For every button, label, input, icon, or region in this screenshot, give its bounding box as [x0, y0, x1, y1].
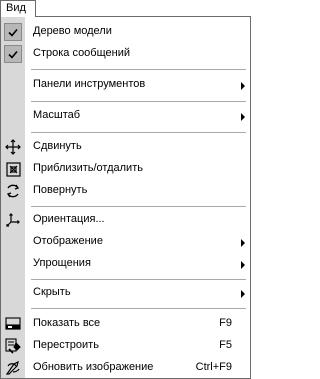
menu-item-pan[interactable]: Сдвинуть: [1, 136, 250, 158]
menu-item-simplifications[interactable]: Упрощения: [1, 253, 250, 275]
menu-item-toolbars[interactable]: Панели инструментов: [1, 74, 250, 96]
menu-item-label: Панели инструментов: [33, 78, 146, 90]
menu-item-display[interactable]: Отображение: [1, 231, 250, 253]
submenu-arrow-icon: [241, 261, 245, 269]
menu-item-label: Скрыть: [33, 286, 71, 298]
menu-tab-view[interactable]: Вид: [0, 0, 36, 17]
menu-item-zoom[interactable]: Приблизить/отдалить: [1, 158, 250, 180]
menu-item-hide[interactable]: Скрыть: [1, 282, 250, 304]
menu-item-label: Перестроить: [33, 339, 99, 351]
menu-separator: [31, 132, 246, 133]
submenu-arrow-icon: [241, 239, 245, 247]
menu-separator: [31, 101, 246, 102]
menu-separator: [31, 308, 246, 309]
menu-item-shortcut: F5: [219, 339, 232, 351]
menu-item-label: Показать все: [33, 317, 101, 329]
menu-item-refresh-image[interactable]: Обновить изображение Ctrl+F9: [1, 357, 250, 379]
move-arrows-icon: [4, 138, 22, 156]
submenu-arrow-icon: [241, 82, 245, 90]
check-icon: [4, 23, 22, 41]
check-icon: [4, 45, 22, 63]
menu-item-label: Масштаб: [33, 109, 81, 121]
menu-item-message-bar[interactable]: Строка сообщений: [1, 43, 250, 65]
menu-separator: [31, 206, 246, 207]
menu-separator: [31, 69, 246, 70]
menu-item-label: Обновить изображение: [33, 361, 154, 373]
menu-item-rebuild[interactable]: Перестроить F5: [1, 335, 250, 357]
menu-item-shortcut: Ctrl+F9: [195, 361, 232, 373]
menu-item-label: Сдвинуть: [33, 140, 82, 152]
menu-item-label: Ориентация...: [33, 213, 105, 225]
menu-tab-label: Вид: [6, 2, 26, 14]
menu-item-label: Упрощения: [33, 257, 91, 269]
menu-item-show-all[interactable]: Показать все F9: [1, 313, 250, 335]
menu-item-scale[interactable]: Масштаб: [1, 105, 250, 127]
menu-item-shortcut: F9: [219, 317, 232, 329]
menu-item-label: Повернуть: [33, 184, 88, 196]
refresh-icon: [4, 359, 22, 377]
rebuild-icon: [4, 337, 22, 355]
view-menu-dropdown: Дерево модели Строка сообщений Панели ин…: [0, 16, 251, 379]
menu-separator: [31, 279, 246, 280]
submenu-arrow-icon: [241, 113, 245, 121]
show-all-icon: [4, 315, 22, 333]
rotate-icon: [4, 182, 22, 200]
menu-item-orientation[interactable]: Ориентация...: [1, 209, 250, 231]
menu-item-label: Строка сообщений: [33, 47, 131, 59]
menu-item-rotate[interactable]: Повернуть: [1, 180, 250, 202]
menu-item-label: Дерево модели: [33, 25, 112, 37]
zoom-box-icon: [4, 160, 22, 178]
menu-item-label: Отображение: [33, 235, 103, 247]
axes-icon: [4, 211, 22, 229]
submenu-arrow-icon: [241, 290, 245, 298]
menu-item-model-tree[interactable]: Дерево модели: [1, 21, 250, 43]
menu-item-label: Приблизить/отдалить: [33, 162, 143, 174]
